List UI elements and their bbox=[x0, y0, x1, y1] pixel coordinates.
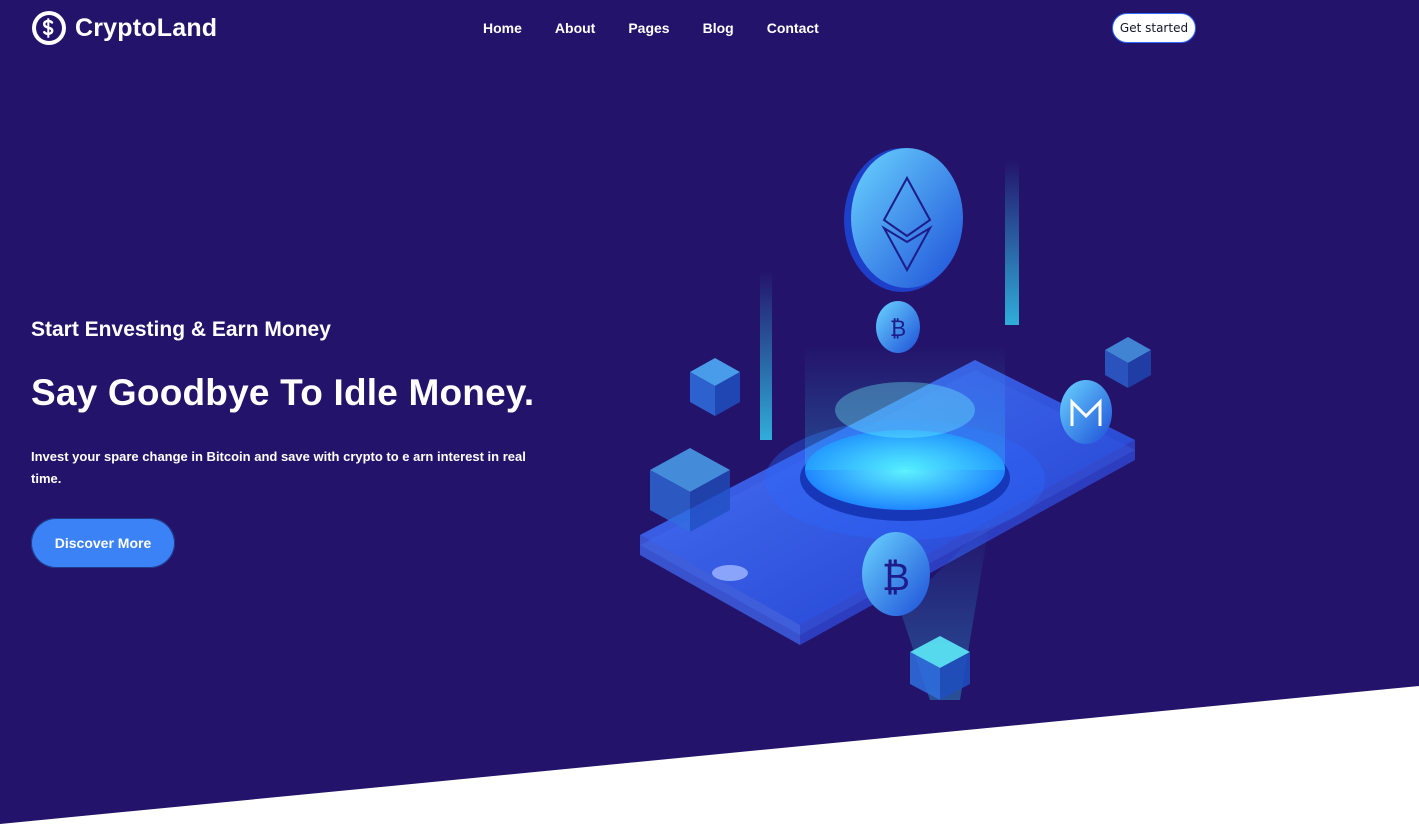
nav-about[interactable]: About bbox=[555, 20, 595, 36]
crypto-phone-illustration: ₿ ₿ bbox=[640, 148, 1151, 700]
brand-logo[interactable]: CryptoLand bbox=[31, 10, 217, 46]
discover-more-button[interactable]: Discover More bbox=[31, 518, 175, 568]
dollar-coin-icon bbox=[32, 11, 66, 45]
hero-description: Invest your spare change in Bitcoin and … bbox=[31, 449, 526, 486]
svg-text:₿: ₿ bbox=[882, 555, 910, 599]
hologram-platform-icon bbox=[765, 345, 1045, 540]
light-pillar-icon bbox=[1005, 160, 1019, 325]
hero-eyebrow: Start Envesting & Earn Money bbox=[31, 318, 331, 341]
hero-title: Say Goodbye To Idle Money. bbox=[31, 372, 535, 413]
svg-text:₿: ₿ bbox=[890, 317, 906, 342]
cube-icon bbox=[1105, 337, 1151, 388]
monero-coin-icon bbox=[1060, 380, 1112, 444]
cube-icon bbox=[690, 358, 740, 416]
get-started-button[interactable]: Get started bbox=[1112, 13, 1196, 43]
brand-name: CryptoLand bbox=[75, 13, 218, 42]
ethereum-coin-icon bbox=[844, 148, 963, 292]
nav-blog[interactable]: Blog bbox=[703, 20, 734, 36]
nav-contact[interactable]: Contact bbox=[767, 20, 819, 36]
nav-pages[interactable]: Pages bbox=[628, 20, 669, 36]
main-nav: Home About Pages Blog Contact bbox=[483, 20, 852, 36]
nav-home[interactable]: Home bbox=[483, 20, 522, 36]
bitcoin-coin-small-icon: ₿ bbox=[876, 301, 920, 353]
light-pillar-icon bbox=[760, 270, 772, 440]
